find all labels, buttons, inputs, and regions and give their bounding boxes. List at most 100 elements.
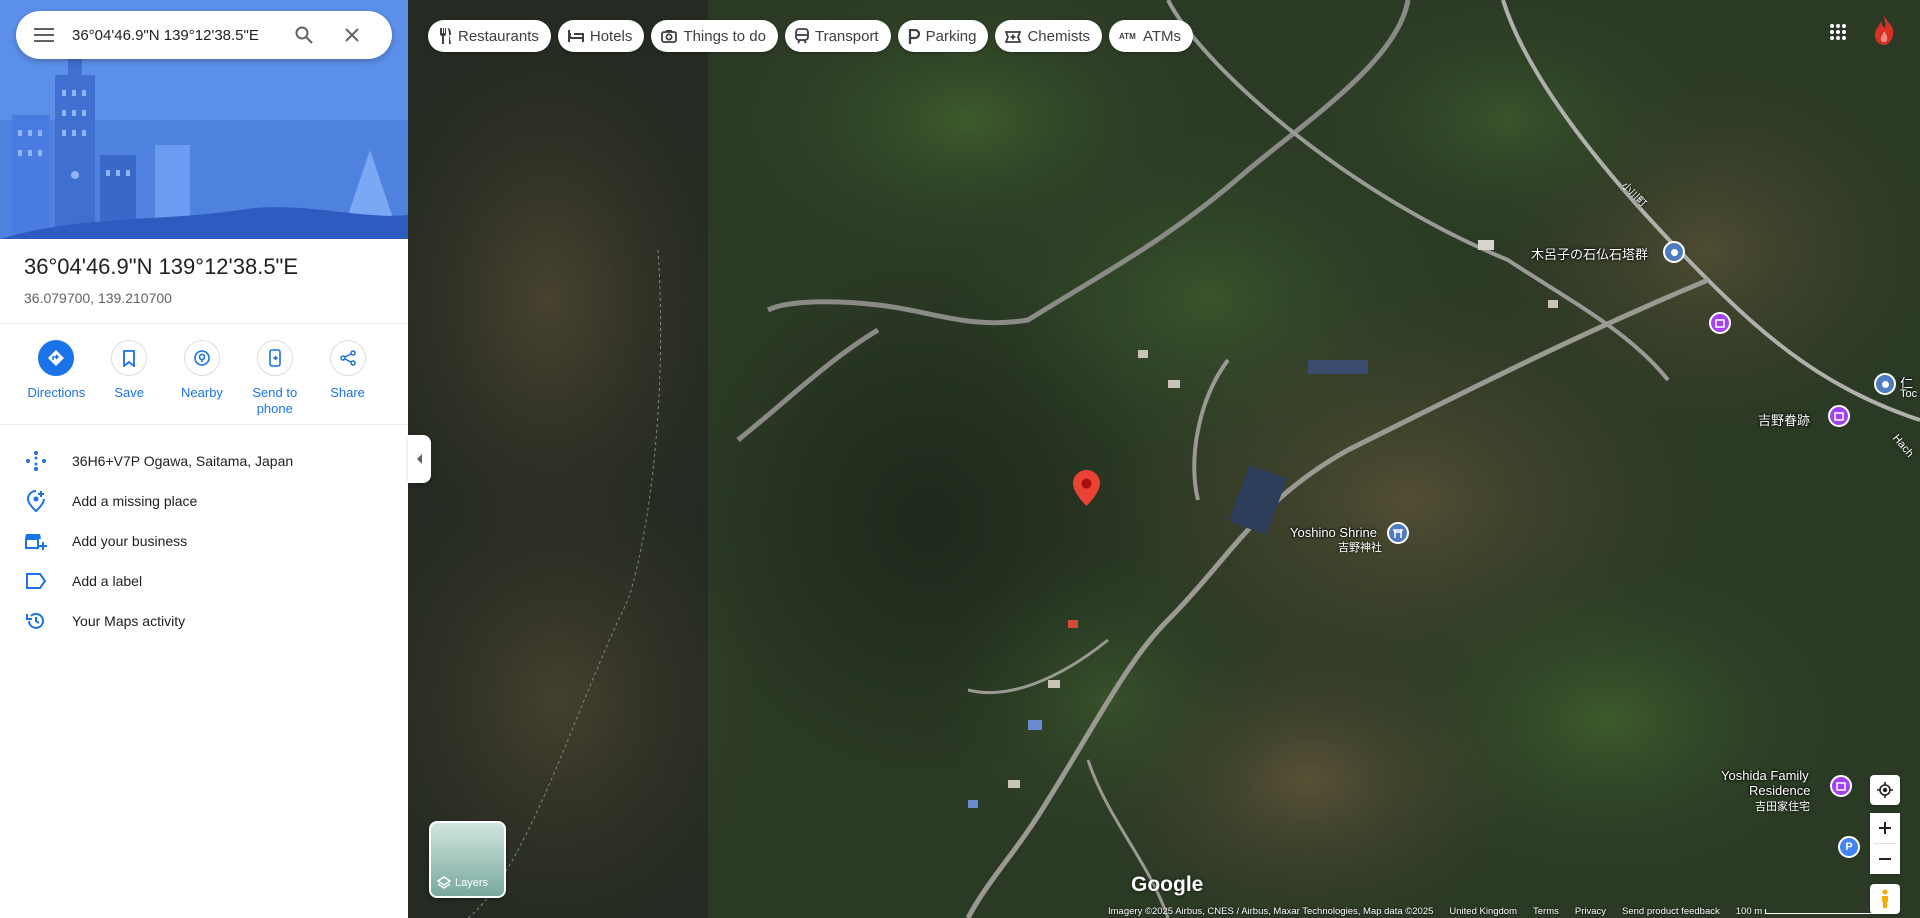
pharmacy-icon bbox=[1005, 30, 1022, 43]
chip-restaurants[interactable]: Restaurants bbox=[428, 20, 551, 52]
send-to-phone-button[interactable]: Send to phone bbox=[238, 340, 311, 417]
place-title: 36°04'46.9"N 139°12'38.5"E bbox=[24, 254, 299, 279]
layers-button[interactable]: Layers bbox=[429, 821, 506, 898]
share-button[interactable]: Share bbox=[311, 340, 384, 417]
apps-grid-icon bbox=[1830, 24, 1846, 40]
add-location-icon bbox=[27, 490, 45, 512]
info-list: 36H6+V7P Ogawa, Saitama, Japan Add a mis… bbox=[0, 441, 408, 641]
flame-icon bbox=[1875, 15, 1894, 45]
directions-label: Directions bbox=[27, 385, 86, 400]
side-panel: 36°04'46.9"N 139°12'38.5"E 36.079700, 13… bbox=[0, 0, 408, 918]
collapse-panel-button[interactable] bbox=[408, 435, 431, 483]
place-coordinates: 36.079700, 139.210700 bbox=[24, 290, 172, 306]
save-label: Save bbox=[114, 385, 144, 400]
poi-label-yoshida-2[interactable]: Residence bbox=[1749, 783, 1810, 798]
chip-parking[interactable]: Parking bbox=[897, 20, 989, 52]
plus-code-row[interactable]: 36H6+V7P Ogawa, Saitama, Japan bbox=[0, 441, 408, 481]
poi-label-yoshida-jp[interactable]: 吉田家住宅 bbox=[1755, 798, 1810, 814]
svg-text:ATM: ATM bbox=[1119, 32, 1136, 41]
layers-icon bbox=[437, 876, 451, 889]
chip-hotels[interactable]: Hotels bbox=[557, 20, 645, 52]
terms-link[interactable]: Terms bbox=[1533, 906, 1559, 917]
search-input[interactable] bbox=[72, 26, 280, 44]
poi-label-edge-en[interactable]: Toc bbox=[1900, 388, 1917, 400]
my-location-button[interactable] bbox=[1870, 775, 1900, 805]
add-business-text: Add your business bbox=[72, 533, 188, 549]
map-footer: Imagery ©2025 Airbus, CNES / Airbus, Max… bbox=[1108, 905, 1920, 918]
poi-label-yoshida-1[interactable]: Yoshida Family bbox=[1721, 768, 1809, 783]
feedback-link[interactable]: Send product feedback bbox=[1622, 906, 1720, 917]
imagery-attribution: Imagery ©2025 Airbus, CNES / Airbus, Max… bbox=[1108, 906, 1434, 917]
add-business-icon bbox=[25, 534, 47, 550]
restaurant-icon bbox=[440, 28, 451, 44]
share-label: Share bbox=[330, 385, 365, 400]
poi-label-yoshino-shrine[interactable]: Yoshino Shrine bbox=[1290, 525, 1377, 540]
parking-pin-icon[interactable]: P bbox=[1838, 836, 1860, 858]
poi-label-yoshino-ruins[interactable]: 吉野眷跡 bbox=[1758, 410, 1810, 429]
nearby-label: Nearby bbox=[181, 385, 223, 400]
search-button[interactable] bbox=[280, 11, 328, 59]
satellite-map[interactable]: 木呂子の石仏石塔群 吉野眷跡 仁 Toc 小川町 Hach Yoshino Sh… bbox=[408, 0, 1920, 918]
google-logo: Google bbox=[1131, 873, 1204, 896]
hotel-icon bbox=[567, 30, 584, 42]
scale-line bbox=[1765, 909, 1876, 914]
plus-code-icon bbox=[26, 451, 46, 471]
clear-search-button[interactable] bbox=[328, 11, 376, 59]
nearby-button[interactable]: Nearby bbox=[166, 340, 239, 417]
atm-icon: ATM bbox=[1119, 32, 1136, 41]
add-business-row[interactable]: Add your business bbox=[0, 521, 408, 561]
poi-pin-yoshida[interactable] bbox=[1830, 775, 1852, 797]
zoom-in-button[interactable] bbox=[1870, 813, 1900, 843]
plus-icon bbox=[1879, 822, 1891, 834]
google-apps-button[interactable] bbox=[1822, 16, 1854, 48]
map-controls bbox=[1870, 775, 1900, 914]
add-label-row[interactable]: Add a label bbox=[0, 561, 408, 601]
poi-pin-yoshino-ruins[interactable] bbox=[1828, 405, 1850, 427]
maps-activity-text: Your Maps activity bbox=[72, 613, 186, 629]
plus-code-text: 36H6+V7P Ogawa, Saitama, Japan bbox=[72, 453, 294, 469]
location-marker-icon[interactable] bbox=[1073, 470, 1100, 511]
zoom-out-button[interactable] bbox=[1870, 844, 1900, 874]
maps-activity-row[interactable]: Your Maps activity bbox=[0, 601, 408, 641]
poi-pin-edge[interactable] bbox=[1874, 373, 1896, 395]
my-location-icon bbox=[1877, 782, 1893, 798]
account-button[interactable] bbox=[1866, 12, 1902, 48]
chip-label: Hotels bbox=[589, 27, 633, 45]
chip-atms[interactable]: ATM ATMs bbox=[1108, 20, 1194, 52]
poi-pin-purple-top[interactable] bbox=[1709, 312, 1731, 334]
bookmark-icon bbox=[123, 349, 136, 367]
poi-label-yoshino-shrine-jp[interactable]: 吉野神社 bbox=[1338, 539, 1382, 555]
add-label-text: Add a label bbox=[72, 573, 143, 589]
hamburger-menu-icon bbox=[34, 28, 54, 42]
scale-bar[interactable]: 100 m bbox=[1735, 906, 1876, 917]
add-missing-place-row[interactable]: Add a missing place bbox=[0, 481, 408, 521]
chip-things-to-do[interactable]: Things to do bbox=[651, 20, 778, 52]
scale-label: 100 m bbox=[1735, 906, 1763, 917]
action-buttons: Directions Save Nearby Send to phone Sha… bbox=[20, 340, 392, 417]
directions-button[interactable]: Directions bbox=[20, 340, 93, 417]
minus-icon bbox=[1879, 858, 1891, 860]
satellite-imagery bbox=[408, 0, 1920, 918]
chip-transport[interactable]: Transport bbox=[784, 20, 891, 52]
save-button[interactable]: Save bbox=[93, 340, 166, 417]
send-to-phone-icon bbox=[268, 349, 281, 367]
poi-pin-stone-buddha[interactable] bbox=[1663, 241, 1685, 263]
region-link[interactable]: United Kingdom bbox=[1449, 906, 1517, 917]
poi-label-stone-buddha[interactable]: 木呂子の石仏石塔群 bbox=[1531, 244, 1648, 263]
chip-label: Parking bbox=[925, 27, 977, 45]
chip-label: Things to do bbox=[683, 27, 766, 45]
send-to-phone-label: Send to phone bbox=[252, 385, 298, 416]
menu-button[interactable] bbox=[16, 11, 72, 59]
poi-pin-yoshino-shrine[interactable] bbox=[1387, 522, 1409, 544]
privacy-link[interactable]: Privacy bbox=[1575, 906, 1606, 917]
camera-icon bbox=[661, 30, 678, 43]
chip-label: ATMs bbox=[1142, 27, 1182, 45]
category-chips: Restaurants Hotels Things to do Transpor… bbox=[428, 20, 1194, 52]
history-icon bbox=[26, 612, 44, 629]
transit-icon bbox=[795, 28, 809, 44]
layers-label: Layers bbox=[455, 877, 489, 889]
search-icon bbox=[295, 26, 313, 44]
chip-chemists[interactable]: Chemists bbox=[995, 20, 1102, 52]
chip-label: Restaurants bbox=[458, 27, 539, 45]
close-icon bbox=[345, 28, 359, 42]
